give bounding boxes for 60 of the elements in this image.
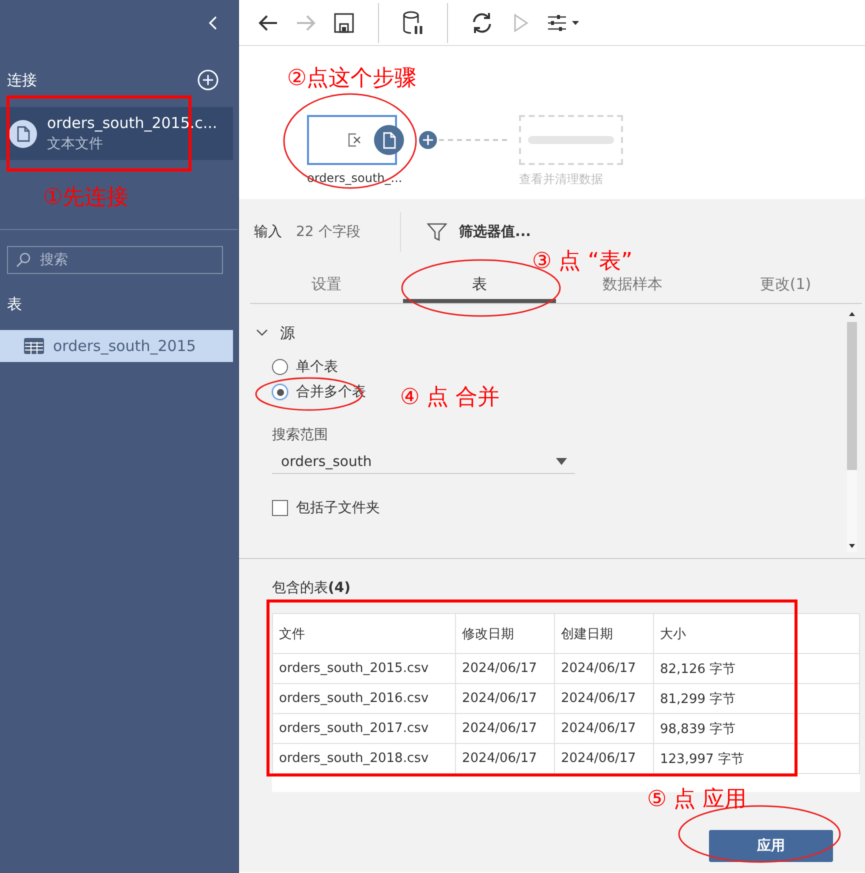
chevron-down-icon[interactable]	[256, 329, 268, 337]
field-label: 搜索范围	[271, 426, 329, 445]
section-title: 连接	[7, 70, 37, 90]
filter-icon	[427, 222, 447, 242]
field-count: 22 个字段	[296, 223, 360, 241]
table-cell: 2024/06/17	[554, 714, 654, 744]
table-cell: 2024/06/17	[456, 684, 554, 714]
table-item[interactable]: orders_south_2015	[0, 330, 233, 362]
column-header: 文件	[272, 614, 456, 654]
save-icon[interactable]	[332, 10, 356, 34]
table-cell: orders_south_2018.csv	[272, 744, 456, 774]
table-cell: 2024/06/17	[456, 654, 554, 684]
table-cell: orders_south_2017.csv	[272, 714, 456, 744]
connection-type: 文本文件	[47, 135, 104, 153]
table-cell: orders_south_2015.csv	[272, 654, 456, 684]
table-cell: 2024/06/17	[554, 654, 654, 684]
filter-button[interactable]: 筛选器值...	[427, 222, 531, 242]
annotation-text: ①先连接	[43, 184, 129, 212]
table-name: orders_south_2015	[53, 337, 196, 355]
step-label: 查看并清理数据	[519, 171, 604, 188]
annotation-text: ③ 点 “表”	[532, 248, 633, 276]
table-cell: 98,839 字节	[654, 714, 860, 744]
table-cell: 2024/06/17	[554, 684, 654, 714]
table-title: 包含的表(4)	[272, 579, 352, 598]
tab[interactable]: 设置	[250, 265, 403, 303]
file-icon	[374, 125, 404, 155]
annotation-text: ⑤ 点 应用	[647, 786, 747, 814]
table-cell: 2024/06/17	[456, 744, 554, 774]
table-cell: 81,299 字节	[654, 684, 860, 714]
section-title: 表	[6, 294, 23, 314]
table-icon	[24, 338, 44, 354]
checkbox-label: 包括子文件夹	[296, 499, 380, 517]
table-cell: 82,126 字节	[654, 654, 860, 684]
annotation-text: ④ 点 合并	[400, 384, 500, 412]
annotation-text: ②点这个步骤	[287, 65, 417, 93]
file-icon	[9, 120, 37, 148]
column-header: 创建日期	[554, 614, 654, 654]
refresh-icon[interactable]	[470, 10, 494, 34]
checkbox[interactable]	[272, 500, 288, 516]
table-cell: 2024/06/17	[456, 714, 554, 744]
apply-button[interactable]: 应用	[709, 830, 833, 862]
radio-button[interactable]	[272, 359, 288, 375]
remove-icon	[348, 133, 362, 147]
tab[interactable]: 更改(1)	[709, 265, 862, 303]
input-label: 输入	[254, 223, 282, 241]
section-title: 源	[280, 324, 295, 342]
database-icon[interactable]	[401, 10, 425, 36]
dropdown-field[interactable]: orders_south	[272, 450, 575, 474]
radio-label: 单个表	[296, 358, 338, 376]
column-header: 修改日期	[456, 614, 554, 654]
search-field[interactable]: 搜索	[7, 246, 223, 274]
search-icon	[15, 252, 31, 268]
column-header: 大小	[654, 614, 860, 654]
caret-icon	[556, 458, 567, 465]
table-cell: orders_south_2016.csv	[272, 684, 456, 714]
collapse-icon[interactable]	[208, 16, 218, 30]
add-icon[interactable]	[197, 69, 219, 91]
add-step-icon[interactable]	[418, 130, 438, 150]
table-cell: 2024/06/17	[554, 744, 654, 774]
radio-button[interactable]	[272, 384, 288, 400]
